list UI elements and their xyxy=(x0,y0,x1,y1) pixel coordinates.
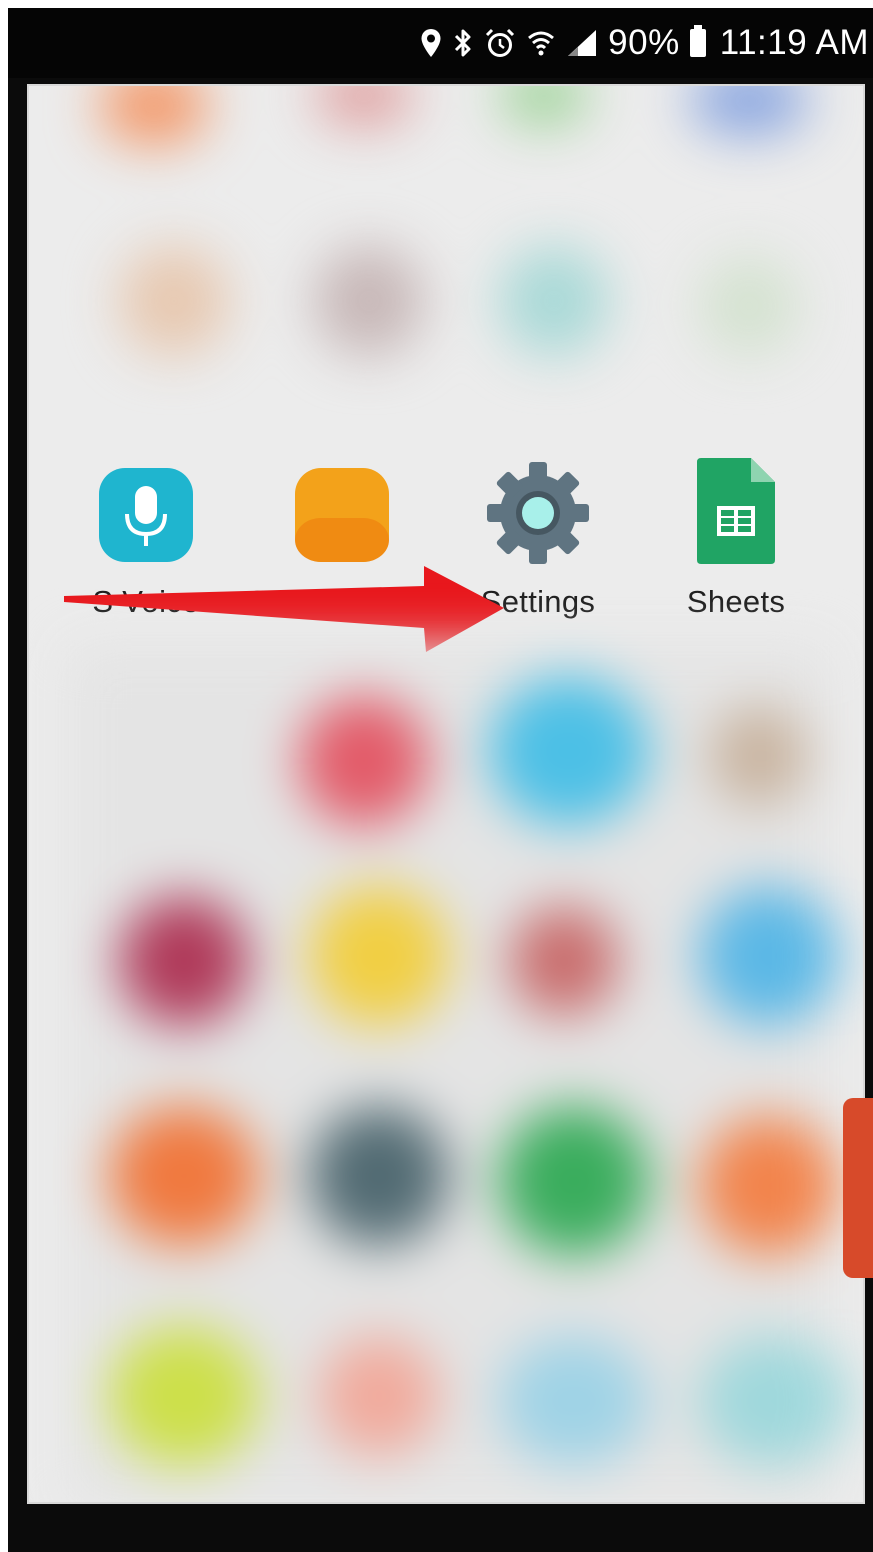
blurred-app-icon xyxy=(689,86,809,136)
alarm-icon xyxy=(486,28,515,57)
blurred-app-icon xyxy=(499,1106,649,1256)
app-label: Sheets xyxy=(686,584,786,619)
battery-percent: 90% xyxy=(608,23,680,62)
blurred-app-icon xyxy=(119,246,229,356)
samsung-gear-icon xyxy=(295,468,389,562)
app-sheets[interactable]: Sheets xyxy=(641,458,831,656)
location-icon xyxy=(421,29,441,57)
s-voice-icon xyxy=(99,468,193,562)
blurred-app-icon xyxy=(499,86,589,126)
blurred-app-icon xyxy=(314,246,424,356)
status-icons: 90% 11:19 AM xyxy=(420,18,869,68)
red-arrow-annotation xyxy=(64,566,504,652)
edge-panel-handle[interactable] xyxy=(843,1098,873,1278)
blurred-app-icon xyxy=(509,906,619,1016)
blurred-app-icon xyxy=(709,706,809,806)
app-drawer: S Voice Samsung Ge… xyxy=(29,86,863,1502)
signal-icon xyxy=(568,30,597,56)
blurred-app-icon xyxy=(299,696,429,826)
blurred-app-icon xyxy=(499,1336,649,1466)
blurred-app-icon xyxy=(319,1336,439,1456)
blurred-app-icon xyxy=(309,1106,449,1246)
sheets-icon xyxy=(697,458,775,564)
blurred-app-icon xyxy=(119,896,249,1026)
status-bar: 90% 11:19 AM xyxy=(8,8,873,78)
blurred-apps-top xyxy=(29,86,863,436)
battery-icon xyxy=(689,25,706,57)
blurred-app-icon xyxy=(699,1116,839,1256)
blurred-apps-bottom xyxy=(69,646,849,1502)
blurred-app-icon xyxy=(699,1336,849,1466)
blurred-app-icon xyxy=(109,1326,259,1466)
blurred-app-icon xyxy=(309,886,449,1026)
blurred-app-icon xyxy=(699,886,839,1026)
blurred-app-icon xyxy=(99,86,209,146)
blurred-app-icon xyxy=(314,86,414,126)
blurred-app-icon xyxy=(489,676,649,826)
clock-time: 11:19 AM xyxy=(719,23,869,62)
settings-gear-icon xyxy=(487,462,589,564)
blurred-app-icon xyxy=(109,1106,259,1246)
phone-screen: 90% 11:19 AM S Voice xyxy=(8,8,873,1552)
blurred-app-icon xyxy=(499,246,609,356)
bluetooth-icon xyxy=(455,29,471,57)
wifi-icon xyxy=(528,31,555,56)
blurred-app-icon xyxy=(699,256,799,356)
